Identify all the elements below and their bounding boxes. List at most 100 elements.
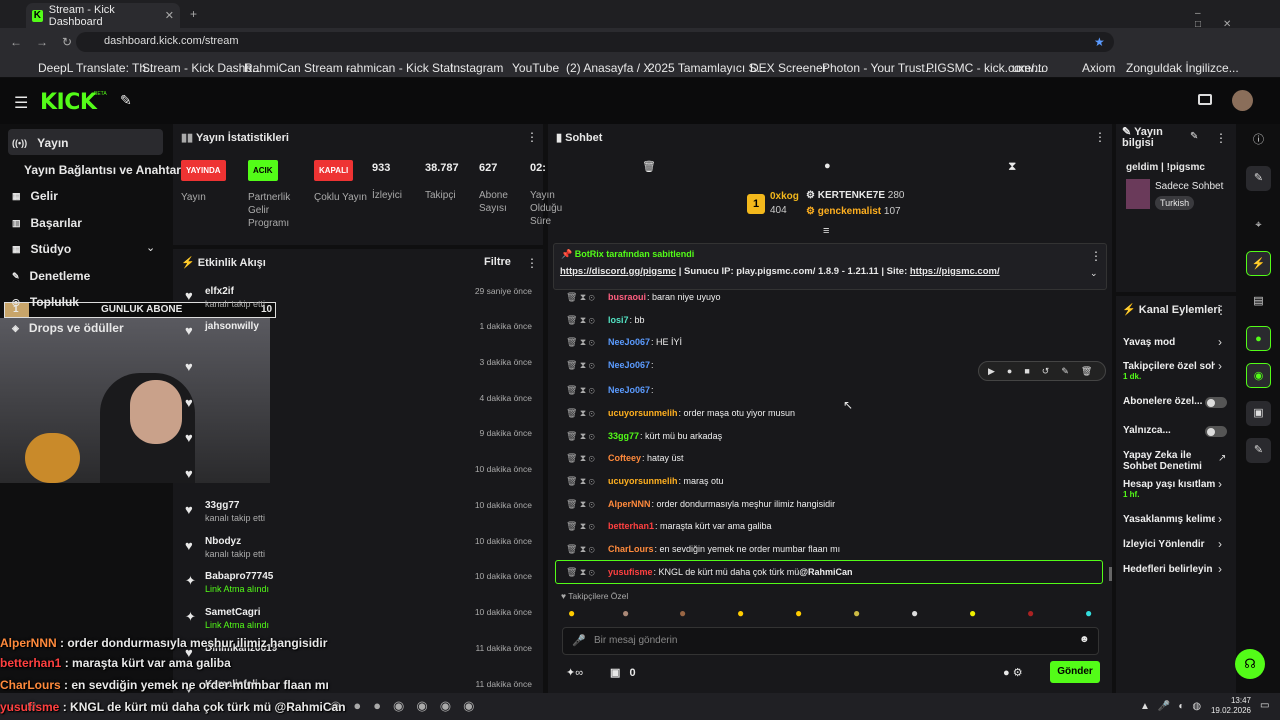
- emote-icon[interactable]: ●: [1085, 606, 1092, 620]
- channel-action[interactable]: Hedefleri belirleyin: [1123, 564, 1215, 575]
- chat-username[interactable]: ucuyorsunmelih: [608, 476, 678, 486]
- hourglass-icon[interactable]: ⧗: [1008, 159, 1016, 174]
- chat-username[interactable]: CharLours: [608, 544, 654, 554]
- emote-icon[interactable]: ●: [1027, 606, 1034, 620]
- emote-icon[interactable]: ●: [911, 606, 918, 620]
- chat-username[interactable]: losi7: [608, 315, 629, 325]
- bookmark-item[interactable]: DeepL Translate: Th...: [38, 61, 156, 75]
- chat-message[interactable]: 🗑 ⧗ ⊙ AlperNNN: order dondurmasıyla meşhu…: [566, 497, 835, 511]
- chat-message[interactable]: 🗑 ⧗ ⊙ ucuyorsunmelih: order maşa otu yiyo…: [566, 406, 795, 420]
- url-input[interactable]: dashboard.kick.com/stream: [76, 32, 1114, 52]
- chat-message[interactable]: 🗑 ⧗ ⊙ NeeJo067:: [566, 383, 654, 397]
- window-controls[interactable]: –□✕: [1195, 8, 1280, 30]
- chevron-right-icon[interactable]: ›: [1218, 335, 1222, 349]
- kick-logo[interactable]: KICK: [40, 90, 97, 115]
- menu-icon[interactable]: ☰: [14, 93, 28, 113]
- chevron-right-icon[interactable]: ›: [1218, 512, 1222, 526]
- message-mod-actions[interactable]: ▶●■↺✎🗑: [978, 361, 1106, 381]
- tray-icons[interactable]: ▲🎤◐◍: [1140, 701, 1209, 712]
- chat-settings-icon[interactable]: ● ⚙: [1003, 666, 1023, 679]
- pinned-link-site[interactable]: https://pigsmc.com/: [910, 266, 1000, 277]
- chat-username[interactable]: busraoui: [608, 292, 646, 302]
- activity-item[interactable]: ♥ 10 dakika önce: [182, 464, 542, 498]
- channel-action[interactable]: Hesap yaşı kısıtlama: [1123, 479, 1215, 490]
- chevron-down-icon[interactable]: ⌄: [146, 241, 155, 254]
- activity-item[interactable]: ♥ 4 dakika önce: [182, 393, 542, 427]
- sidebar-item[interactable]: ◈ Drops ve ödüller: [12, 321, 124, 335]
- chevron-down-icon[interactable]: ⌄: [1090, 268, 1098, 279]
- leader-3[interactable]: ⚙ genckemalist 107: [806, 206, 901, 217]
- mod-icons[interactable]: 🗑 ⧗ ⊙: [566, 476, 608, 487]
- leader-2[interactable]: ⚙ KERTENKE7E 280: [806, 190, 904, 201]
- mod-icons[interactable]: 🗑 ⧗ ⊙: [566, 292, 608, 303]
- activity-item[interactable]: ♥ jahsonwilly 1 dakika önce: [182, 321, 542, 355]
- kebab-icon[interactable]: ⋮: [1094, 130, 1106, 144]
- close-icon[interactable]: ✕: [165, 9, 174, 22]
- mod-icons[interactable]: 🗑 ⧗ ⊙: [566, 567, 608, 578]
- chat-message[interactable]: 🗑 ⧗ ⊙ NeeJo067: HE İYİ: [566, 335, 682, 349]
- sidebar-item[interactable]: ▦ Stüdyo: [12, 242, 71, 256]
- target-icon[interactable]: ⌖: [1246, 213, 1271, 238]
- chat-username[interactable]: 33gg77: [608, 431, 639, 441]
- new-tab-icon[interactable]: +: [190, 7, 197, 21]
- layout-icon[interactable]: ▣: [1246, 401, 1271, 426]
- chat-username[interactable]: AlperNNN: [608, 499, 651, 509]
- sidebar-item[interactable]: ✎ Denetleme: [12, 269, 90, 283]
- channel-action[interactable]: Yalnızca...: [1123, 425, 1215, 436]
- chat-username[interactable]: NeeJo067: [608, 385, 650, 395]
- mod-icons[interactable]: 🗑 ⧗ ⊙: [566, 385, 608, 396]
- filter-button[interactable]: Filtre: [484, 256, 511, 268]
- mic-icon[interactable]: 🎤: [572, 634, 586, 647]
- mod-icons[interactable]: 🗑 ⧗ ⊙: [566, 408, 608, 419]
- studio-icon[interactable]: [1198, 94, 1212, 105]
- activity-item[interactable]: ♥ Nbodyz kanalı takip etti 10 dakika önce: [182, 536, 542, 570]
- bookmark-item[interactable]: (2) Anasayfa / X: [566, 61, 651, 75]
- bookmark-item[interactable]: Axiom: [1082, 61, 1115, 75]
- mod-icons[interactable]: 🗑 ⧗ ⊙: [566, 521, 608, 532]
- sidebar-item[interactable]: Yayın Bağlantısı ve Anahtarı: [24, 163, 184, 177]
- chat-message[interactable]: 🗑 ⧗ ⊙ Cofteey: hatay üst: [566, 451, 684, 465]
- points-icon[interactable]: ✦∞: [566, 666, 583, 679]
- emote-icon[interactable]: ●: [622, 606, 629, 620]
- edit-icon[interactable]: ✎: [1246, 166, 1271, 191]
- bookmark-item[interactable]: DEX Screener: [750, 61, 827, 75]
- scrollbar[interactable]: [1109, 567, 1112, 581]
- chat-message[interactable]: 🗑 ⧗ ⊙ yusufisme: KNGL de kürt mü daha çok…: [566, 565, 853, 579]
- chat-message[interactable]: 🗑 ⧗ ⊙ ucuyorsunmelih: maraş otu: [566, 474, 724, 488]
- chevron-right-icon[interactable]: ›: [1218, 537, 1222, 551]
- chat-username[interactable]: Cofteey: [608, 453, 641, 463]
- pinned-link-discord[interactable]: https://discord.gg/pigsmc: [560, 266, 676, 277]
- emote-icon[interactable]: ●: [795, 606, 802, 620]
- mod-icons[interactable]: 🗑 ⧗ ⊙: [566, 544, 608, 555]
- emote-icon[interactable]: ●: [853, 606, 860, 620]
- mod-icons[interactable]: 🗑 ⧗ ⊙: [566, 499, 608, 510]
- external-link-icon[interactable]: ↗: [1218, 453, 1226, 464]
- chat-message[interactable]: 🗑 ⧗ ⊙ 33gg77: kürt mü bu arkadaş: [566, 429, 722, 443]
- broadcast-icon[interactable]: ◉: [1246, 363, 1271, 388]
- chat-message[interactable]: 🗑 ⧗ ⊙ betterhan1: maraşta kürt var ama ga…: [566, 519, 772, 533]
- mod-icons[interactable]: 🗑 ⧗ ⊙: [566, 453, 608, 464]
- kebab-icon[interactable]: ⋮: [1215, 131, 1227, 145]
- kebab-icon[interactable]: ⋮: [1090, 249, 1102, 263]
- activity-item[interactable]: ♥ 3 dakika önce: [182, 357, 542, 391]
- browser-tab[interactable]: K Stream - Kick Dashboard ✕: [26, 3, 180, 28]
- bookmark-item[interactable]: rahmican - Kick Stat...: [346, 61, 463, 75]
- info-icon[interactable]: ⓘ: [1246, 128, 1271, 153]
- sidebar-item[interactable]: ((•)) Yayın: [12, 136, 69, 150]
- bookmark-item[interactable]: 2025 Tamamlayıcı S...: [648, 61, 767, 75]
- activity-item[interactable]: ✦ Babapro77745 Link Atma alındı 10 dakika ö…: [182, 571, 542, 605]
- mod-icons[interactable]: 🗑 ⧗ ⊙: [566, 315, 608, 326]
- toggle-switch[interactable]: [1205, 426, 1227, 437]
- bookmark-item[interactable]: Photon - Your Trust...: [822, 61, 935, 75]
- tools-icon[interactable]: ✎: [120, 92, 132, 109]
- document-icon[interactable]: ▤: [1246, 289, 1271, 314]
- kebab-icon[interactable]: ⋮: [1215, 303, 1227, 317]
- sidebar-item[interactable]: ▦ Gelir: [12, 189, 58, 203]
- kebab-icon[interactable]: ⋮: [526, 130, 538, 144]
- channel-action[interactable]: Abonelere özel...: [1123, 396, 1215, 407]
- chat-message[interactable]: 🗑 ⧗ ⊙ busraoui: baran niye uyuyo: [566, 290, 721, 304]
- channel-action[interactable]: Yavaş mod: [1123, 337, 1215, 348]
- emote-icon[interactable]: ●: [969, 606, 976, 620]
- activity-item[interactable]: ♥ elfx2if kanalı takip etti 29 saniye önce: [182, 286, 542, 320]
- kebab-icon[interactable]: ⋮: [526, 256, 538, 270]
